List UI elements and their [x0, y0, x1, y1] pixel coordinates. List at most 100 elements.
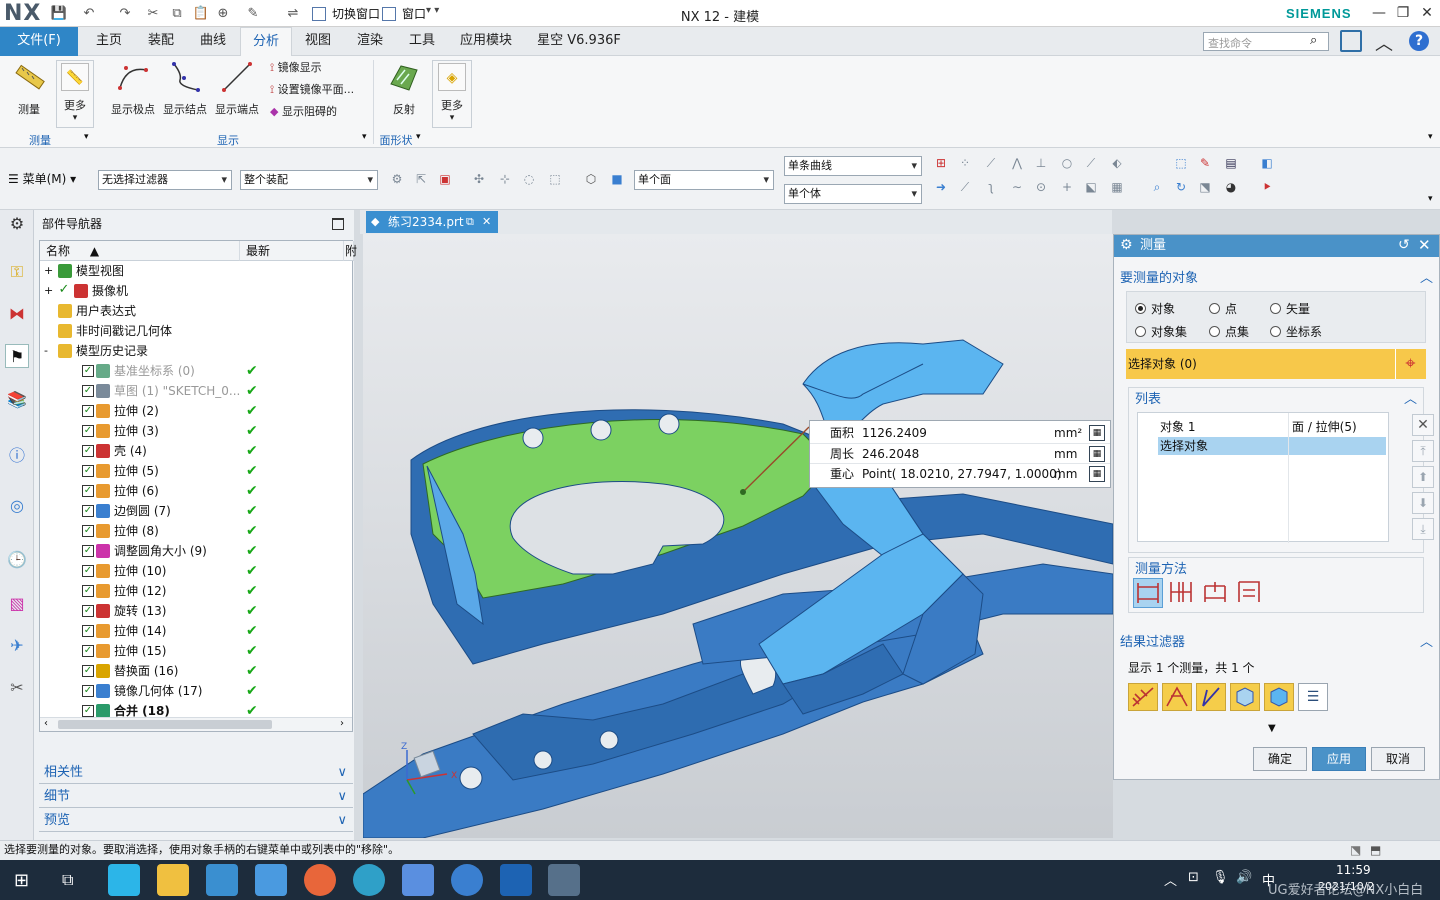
cross-icon[interactable]: +: [1058, 178, 1076, 196]
active-app-icon[interactable]: [548, 864, 580, 896]
dependencies-panel[interactable]: 相关性 ∨: [39, 762, 353, 784]
radio-object[interactable]: 对象: [1135, 300, 1175, 317]
visibility-checkbox[interactable]: ✓: [82, 445, 94, 457]
visibility-checkbox[interactable]: ✓: [82, 585, 94, 597]
mirror-display-button[interactable]: ⟟ 镜像显示: [270, 58, 322, 78]
tab-application[interactable]: 应用模块: [454, 27, 518, 56]
chevron-down-icon[interactable]: ▾: [362, 132, 367, 142]
copy-display-icon[interactable]: ⊕: [214, 5, 232, 23]
tree-row[interactable]: ✓ 镜像几何体 (17) ✔: [40, 681, 352, 701]
section-icon[interactable]: ⬔: [1196, 178, 1214, 196]
view-fit-icon[interactable]: ⬚: [1172, 154, 1190, 172]
intersection-icon[interactable]: ⊥: [1032, 154, 1050, 172]
search-icon[interactable]: ⌕: [1310, 33, 1317, 48]
paste-icon[interactable]: 📋: [192, 5, 210, 23]
visibility-checkbox[interactable]: ✓: [82, 625, 94, 637]
face-rule-dropdown[interactable]: 单个面: [634, 170, 774, 190]
redo-icon[interactable]: ↷: [116, 5, 134, 23]
remove-icon[interactable]: ✕: [1412, 414, 1434, 436]
assembly-navigator-icon[interactable]: ⚿: [5, 260, 29, 284]
close-icon[interactable]: ✕: [1416, 3, 1438, 23]
expression-icon[interactable]: ▦: [1089, 466, 1105, 482]
rectangle-select-icon[interactable]: ⬚: [546, 170, 564, 188]
apply-button[interactable]: 应用: [1312, 747, 1366, 771]
show-endpoints-button[interactable]: 显示端点: [212, 60, 262, 117]
firefox-icon[interactable]: [304, 864, 336, 896]
set-mirror-plane-button[interactable]: ⟟ 设置镜像平面...: [270, 80, 354, 100]
column-header-latest[interactable]: 最新: [240, 241, 344, 261]
quadrant-icon[interactable]: ⟋: [1082, 154, 1100, 172]
network-icon[interactable]: ⊡: [1188, 870, 1199, 885]
tree-row[interactable]: 非时间戳记几何体: [40, 321, 352, 341]
show-poles-button[interactable]: 显示极点: [108, 60, 158, 117]
gear-icon[interactable]: ⚙: [5, 212, 29, 236]
tree-row[interactable]: 用户表达式: [40, 301, 352, 321]
column-header-name[interactable]: 名称 ▲: [40, 241, 240, 261]
method-projected-icon[interactable]: [1167, 578, 1197, 608]
filter-list-icon[interactable]: ☰: [1298, 683, 1328, 711]
visibility-checkbox[interactable]: ✓: [82, 405, 94, 417]
scroll-right-icon[interactable]: ›: [340, 718, 344, 729]
save-icon[interactable]: 💾: [50, 5, 68, 23]
visibility-checkbox[interactable]: ✓: [82, 365, 94, 377]
orient-view-icon[interactable]: ◧: [1258, 154, 1276, 172]
reflection-button[interactable]: 反射: [384, 60, 424, 117]
chevron-down-icon[interactable]: ▾: [1428, 132, 1433, 142]
tree-row[interactable]: ✓ 拉伸 (15) ✔: [40, 641, 352, 661]
help-icon[interactable]: ?: [1409, 31, 1429, 51]
radio-point-set[interactable]: 点集: [1209, 323, 1249, 340]
store-icon[interactable]: [206, 864, 238, 896]
method-screen-icon[interactable]: [1201, 578, 1231, 608]
tree-row[interactable]: - 模型历史记录: [40, 341, 352, 361]
tree-row[interactable]: ✓ 基准坐标系 (0) ✔: [40, 361, 352, 381]
body-select-icon[interactable]: ■: [608, 170, 626, 188]
expression-icon[interactable]: ▦: [1089, 425, 1105, 441]
undo-icon[interactable]: ↶: [80, 5, 98, 23]
grid-icon[interactable]: ▦: [1108, 178, 1126, 196]
radio-object-set[interactable]: 对象集: [1135, 323, 1187, 340]
expand-icon[interactable]: +: [44, 281, 53, 301]
switch-window-button[interactable]: 切换窗口: [332, 5, 380, 22]
filter-radius-icon[interactable]: [1196, 683, 1226, 711]
visibility-checkbox[interactable]: ✓: [82, 665, 94, 677]
web-browser-icon[interactable]: ◎: [5, 494, 29, 518]
visibility-checkbox[interactable]: ✓: [82, 425, 94, 437]
tab-view[interactable]: 视图: [298, 27, 338, 56]
cut-icon[interactable]: ✂: [144, 5, 162, 23]
arc-center-icon[interactable]: ○: [1058, 154, 1076, 172]
body-rule-dropdown[interactable]: 单个体: [784, 184, 922, 204]
tray-chevron-up-icon[interactable]: ︿: [1164, 870, 1177, 889]
tree-row[interactable]: ✓ 拉伸 (14) ✔: [40, 621, 352, 641]
column-header-extra[interactable]: 附: [344, 241, 357, 261]
volume-icon[interactable]: 🔊: [1236, 870, 1252, 885]
point-on-curve-icon[interactable]: ⟋: [956, 178, 974, 196]
chevron-down-icon[interactable]: ▾: [84, 132, 89, 142]
method-length-icon[interactable]: [1235, 578, 1265, 608]
deselect-icon[interactable]: ⇱: [412, 170, 430, 188]
window-menu[interactable]: 窗口: [402, 5, 426, 22]
endpoint-icon[interactable]: ⁘: [956, 154, 974, 172]
close-icon[interactable]: ✕: [1418, 236, 1431, 254]
tab-render[interactable]: 渲染: [350, 27, 390, 56]
list-item[interactable]: 对象 1 面 / 拉伸(5): [1138, 417, 1388, 437]
mail-icon[interactable]: [255, 864, 287, 896]
filter-distance-icon[interactable]: [1128, 683, 1158, 711]
reuse-library-icon[interactable]: 📚: [5, 388, 29, 412]
task-view-icon[interactable]: ⧉: [62, 870, 73, 890]
tree-row[interactable]: ✓ 边倒圆 (7) ✔: [40, 501, 352, 521]
windows-start-icon[interactable]: ⊞: [14, 870, 29, 891]
chevron-down-icon[interactable]: ▾: [1428, 194, 1433, 204]
visibility-checkbox[interactable]: ✓: [82, 685, 94, 697]
snap-point-icon[interactable]: ⊞: [932, 154, 950, 172]
move-top-icon[interactable]: ⤒: [1412, 440, 1434, 462]
rotate-icon[interactable]: ↻: [1172, 178, 1190, 196]
objects-section-header[interactable]: 要测量的对象 ︿: [1120, 267, 1433, 286]
tree-row[interactable]: ✓ 拉伸 (12) ✔: [40, 581, 352, 601]
tree-row[interactable]: ✓ 拉伸 (5) ✔: [40, 461, 352, 481]
snap-icon[interactable]: ✣: [470, 170, 488, 188]
scroll-left-icon[interactable]: ‹: [44, 718, 48, 729]
security-icon[interactable]: [451, 864, 483, 896]
touch-mode-icon[interactable]: ✎: [244, 5, 262, 23]
move-bottom-icon[interactable]: ⤓: [1412, 518, 1434, 540]
detach-icon[interactable]: ⧉: [466, 211, 474, 233]
